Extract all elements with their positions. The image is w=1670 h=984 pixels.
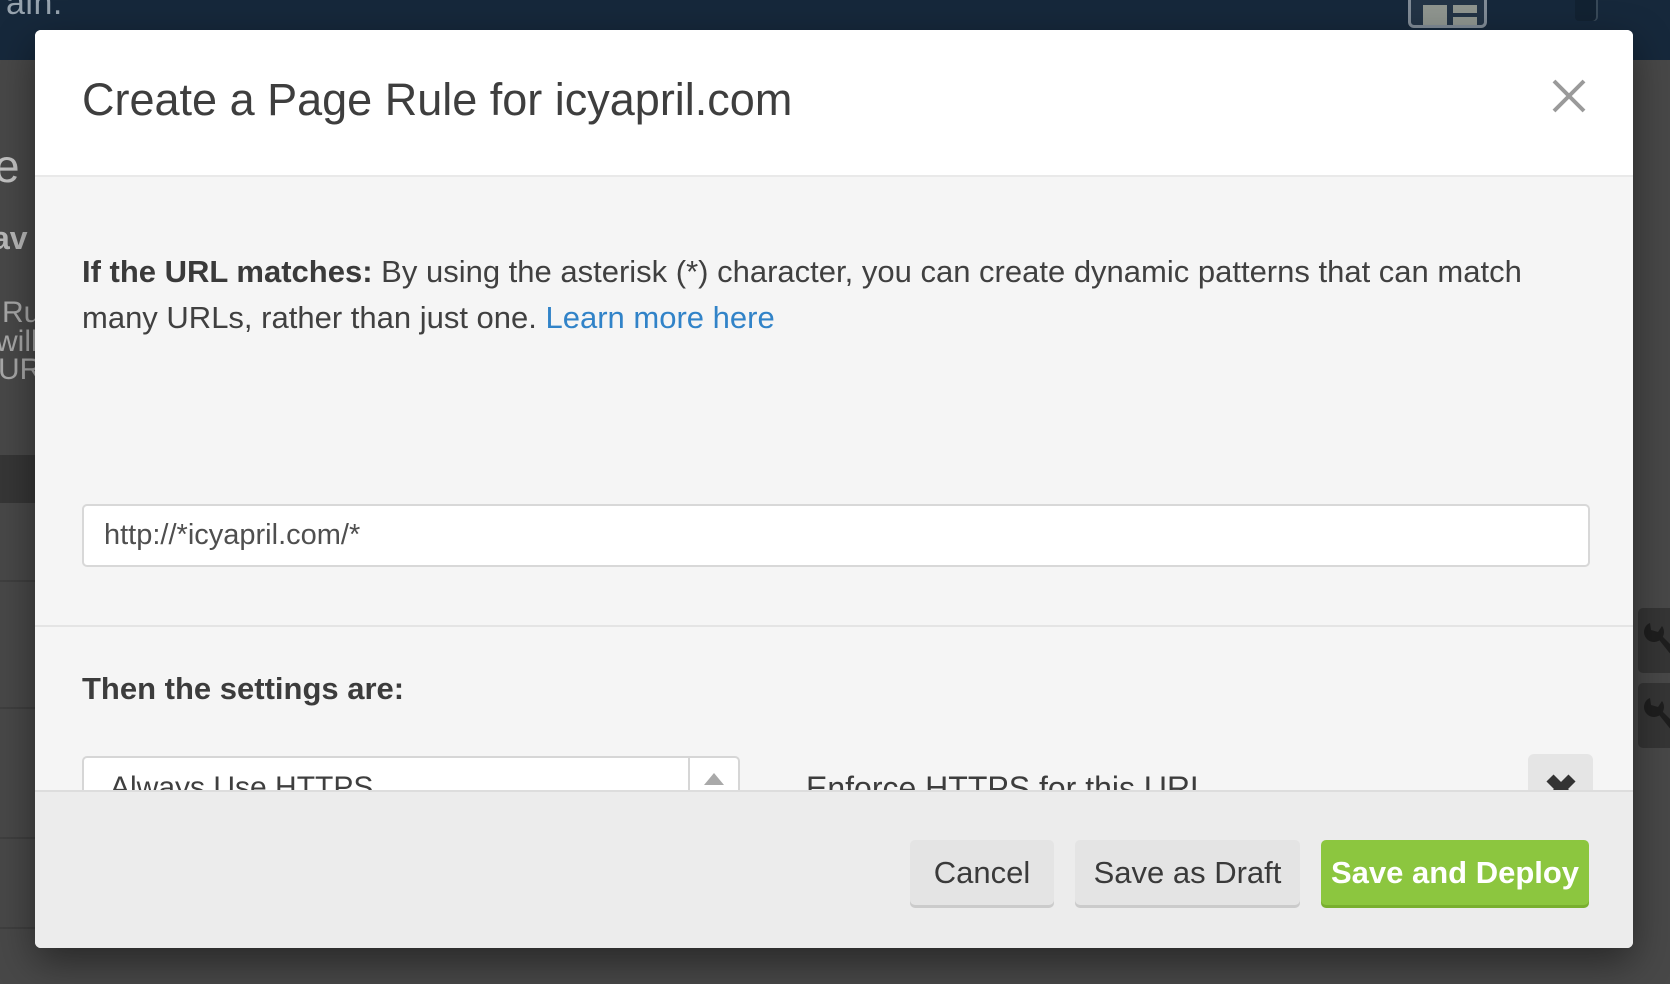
dialog-body: If the URL matches: By using the asteris…: [35, 175, 1633, 790]
dialog-header: Create a Page Rule for icyapril.com: [35, 30, 1633, 175]
wrench-icon: [1642, 620, 1670, 660]
close-button[interactable]: [1549, 76, 1589, 116]
learn-more-link[interactable]: Learn more here: [546, 300, 775, 335]
background-wrench-button: [1638, 608, 1670, 673]
background-row-divider: [0, 580, 36, 582]
url-match-description: If the URL matches: By using the asteris…: [82, 249, 1552, 341]
background-row-divider: [0, 837, 36, 839]
screen: ain. e av Ru will UR Create a Page Rule …: [0, 0, 1670, 984]
background-table-header-fragment: [0, 455, 36, 503]
save-as-draft-button[interactable]: Save as Draft: [1075, 840, 1300, 905]
section-divider: [35, 625, 1633, 627]
layout-icon-bar: [1453, 17, 1477, 25]
layout-icon-block: [1423, 5, 1447, 25]
background-bold-fragment: av: [0, 220, 28, 257]
background-wrench-button: [1638, 683, 1670, 748]
url-match-lead: If the URL matches:: [82, 254, 373, 289]
layout-icon-bar: [1453, 5, 1477, 13]
dialog-title: Create a Page Rule for icyapril.com: [82, 74, 792, 126]
background-text-fragment: ain.: [6, 0, 63, 23]
close-icon: [1549, 76, 1589, 116]
settings-heading: Then the settings are:: [82, 671, 404, 707]
background-heading-fragment: e: [0, 139, 20, 193]
save-and-deploy-button[interactable]: Save and Deploy: [1321, 840, 1589, 905]
dialog-footer: Cancel Save as Draft Save and Deploy: [35, 790, 1633, 948]
wrench-icon: [1642, 695, 1670, 735]
cancel-button[interactable]: Cancel: [910, 840, 1054, 905]
url-pattern-input[interactable]: [82, 504, 1590, 567]
background-row-divider: [0, 927, 36, 929]
notification-icon: [1575, 0, 1598, 21]
chevron-up-icon: [704, 773, 724, 785]
layout-icon: [1408, 0, 1487, 28]
background-row-divider: [0, 707, 36, 709]
create-page-rule-dialog: Create a Page Rule for icyapril.com If t…: [35, 30, 1633, 948]
